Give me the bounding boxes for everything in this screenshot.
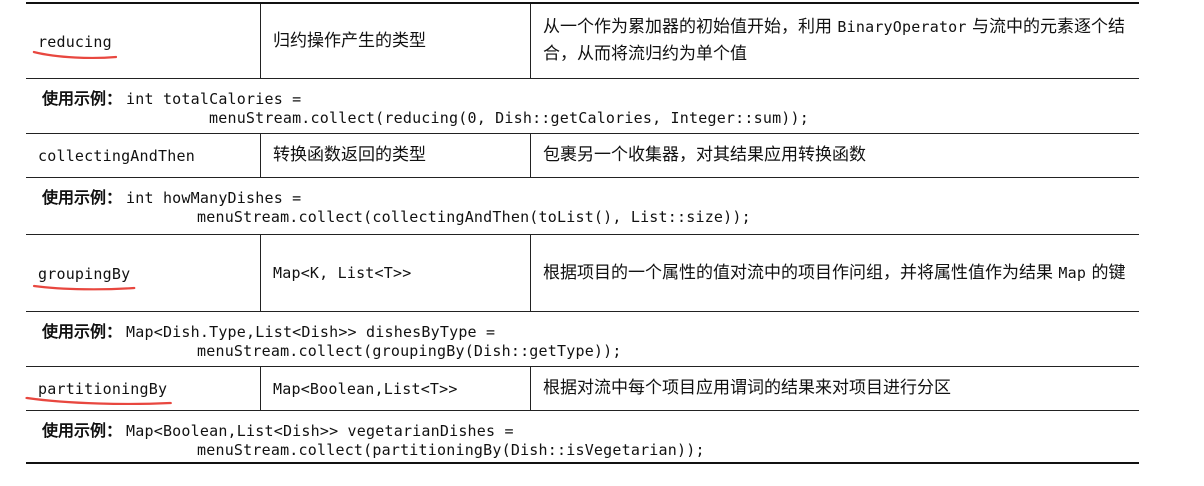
red-underline-annotation [32, 284, 136, 290]
example-code-line1: Map<Boolean,List<Dish>> vegetarianDishes… [126, 422, 514, 440]
example-row: 使用示例： int totalCalories = menuStream.col… [26, 78, 1139, 133]
example-label: 使用示例： [42, 421, 123, 440]
method-name: reducing [32, 32, 118, 59]
return-type: Map<Boolean,List<T>> [273, 379, 458, 398]
method-name-cell: reducing [26, 4, 261, 78]
usage-example: 使用示例： Map<Boolean,List<Dish>> vegetarian… [26, 411, 721, 462]
example-label: 使用示例： [42, 89, 123, 108]
description: 包裹另一个收集器，对其结果应用转换函数 [543, 145, 866, 165]
example-code-line2: menuStream.collect(collectingAndThen(toL… [197, 208, 751, 226]
description-cell: 根据对流中每个项目应用谓词的结果来对项目进行分区 [531, 367, 1139, 410]
description-cell: 根据项目的一个属性的值对流中的项目作问组，并将属性值作为结果 Map 的键 [531, 235, 1139, 311]
red-underline-annotation [32, 50, 118, 59]
usage-example: 使用示例： int totalCalories = menuStream.col… [26, 79, 825, 133]
example-row: 使用示例： Map<Dish.Type,List<Dish>> dishesBy… [26, 311, 1139, 366]
table-row: reducing 归约操作产生的类型 从一个作为累加器的初始值开始，利用 Bin… [26, 2, 1139, 78]
method-name-cell: groupingBy [26, 235, 261, 311]
method-name-cell: partitioningBy [25, 367, 261, 410]
description-cell: 包裹另一个收集器，对其结果应用转换函数 [531, 134, 1139, 177]
return-type-cell: 转换函数返回的类型 [261, 134, 531, 177]
example-code-line2: menuStream.collect(reducing(0, Dish::get… [209, 109, 809, 127]
table-row: collectingAndThen 转换函数返回的类型 包裹另一个收集器，对其结… [26, 133, 1139, 177]
collectors-table: reducing 归约操作产生的类型 从一个作为累加器的初始值开始，利用 Bin… [25, 2, 1139, 464]
usage-example: 使用示例： int howManyDishes = menuStream.col… [26, 178, 767, 234]
example-code-line1: Map<Dish.Type,List<Dish>> dishesByType = [126, 323, 496, 341]
red-underline-annotation [25, 396, 172, 406]
example-code-line2: menuStream.collect(partitioningBy(Dish::… [197, 441, 705, 459]
table-row: partitioningBy Map<Boolean,List<T>> 根据对流… [25, 366, 1139, 410]
usage-example: 使用示例： Map<Dish.Type,List<Dish>> dishesBy… [26, 312, 638, 366]
description-cell: 从一个作为累加器的初始值开始，利用 BinaryOperator 与流中的元素逐… [531, 4, 1139, 78]
return-type-cell: Map<Boolean,List<T>> [261, 367, 531, 410]
description: 根据项目的一个属性的值对流中的项目作问组，并将属性值作为结果 Map 的键 [543, 262, 1126, 283]
return-type-cell: Map<K, List<T>> [261, 235, 531, 311]
description: 从一个作为累加器的初始值开始，利用 BinaryOperator 与流中的元素逐… [543, 17, 1126, 64]
method-name: groupingBy [32, 264, 136, 290]
return-type-cell: 归约操作产生的类型 [261, 4, 531, 78]
example-code-line1: int howManyDishes = [126, 189, 302, 207]
example-code-line1: int totalCalories = [126, 90, 302, 108]
return-type: 转换函数返回的类型 [273, 145, 426, 165]
table-row: groupingBy Map<K, List<T>> 根据项目的一个属性的值对流… [26, 234, 1139, 311]
return-type: Map<K, List<T>> [273, 264, 412, 282]
return-type: 归约操作产生的类型 [273, 30, 426, 51]
method-name-cell: collectingAndThen [26, 134, 261, 177]
example-label: 使用示例： [42, 188, 123, 207]
example-code-line2: menuStream.collect(groupingBy(Dish::getT… [197, 342, 622, 360]
method-name-text: collectingAndThen [38, 146, 195, 165]
description: 根据对流中每个项目应用谓词的结果来对项目进行分区 [543, 378, 951, 398]
example-row: 使用示例： int howManyDishes = menuStream.col… [26, 177, 1139, 234]
example-row: 使用示例： Map<Boolean,List<Dish>> vegetarian… [26, 410, 1139, 464]
method-name: partitioningBy [25, 379, 172, 406]
example-label: 使用示例： [42, 322, 123, 341]
